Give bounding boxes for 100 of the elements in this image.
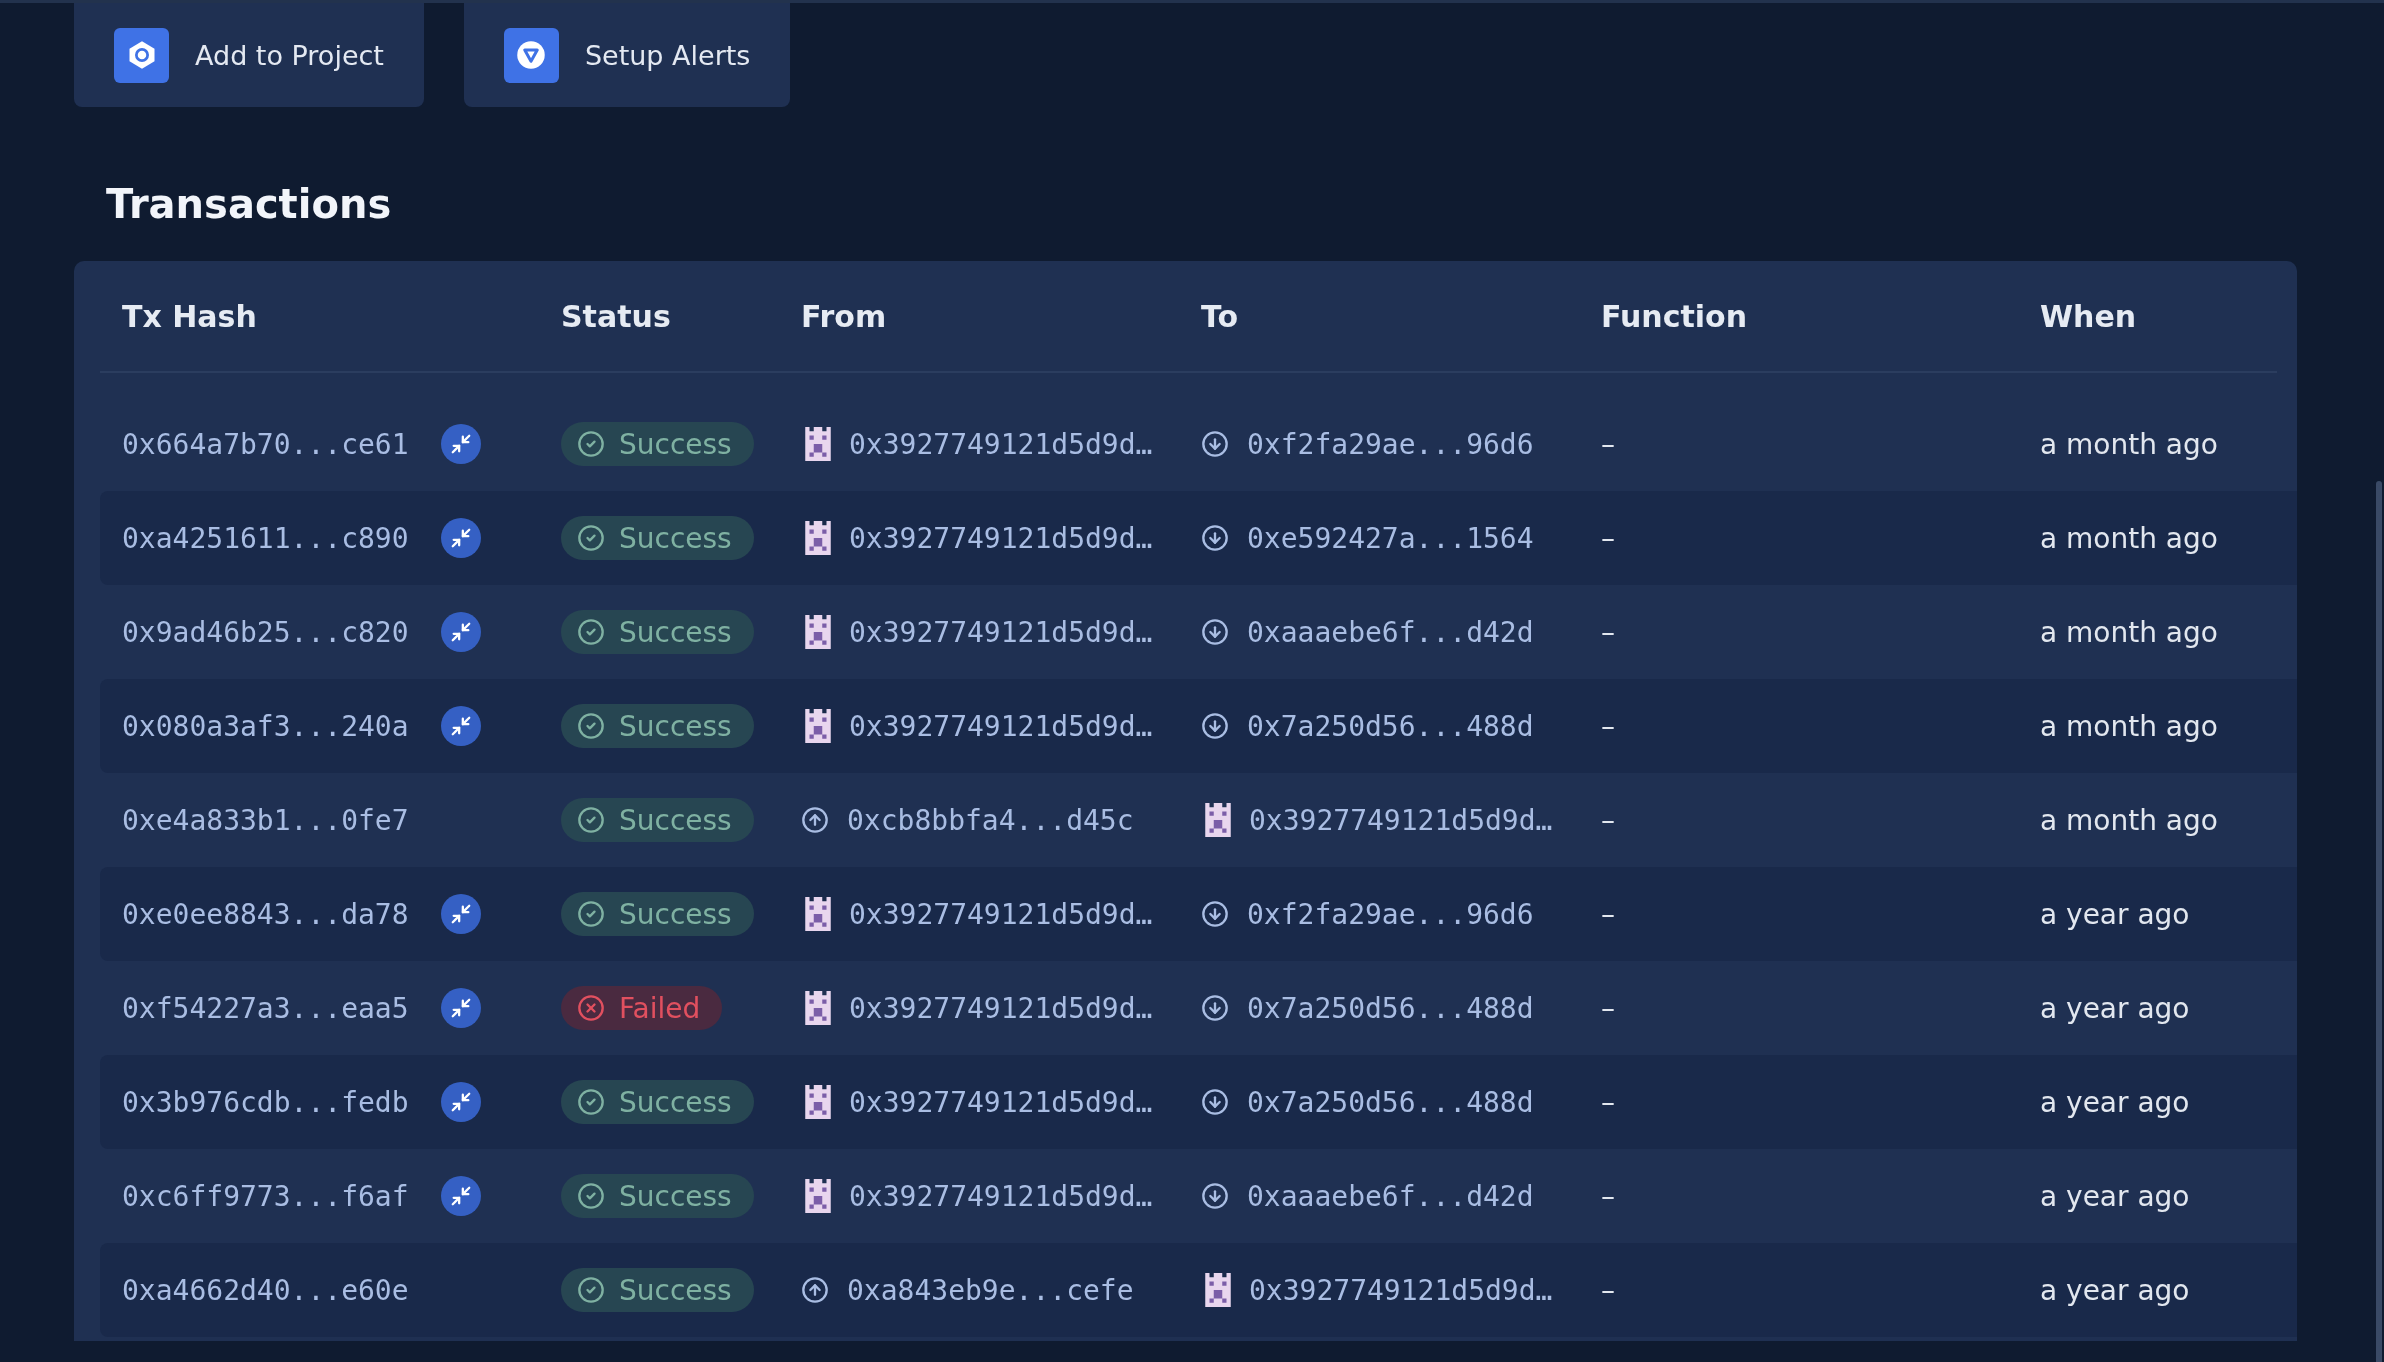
column-header: Function <box>1601 298 1748 334</box>
check-circle-icon <box>577 1088 605 1116</box>
arrow-down-circle-icon <box>1201 618 1229 646</box>
check-circle-icon <box>577 430 605 458</box>
triangle-badge-icon <box>503 27 559 83</box>
status-badge: Success <box>561 1080 754 1124</box>
address-link[interactable]: 0x7a250d56...488d <box>1247 991 1534 1025</box>
time-ago: a year ago <box>2040 897 2190 931</box>
transaction-row[interactable]: 0xc6ff9773...f6af Success 0x3927749121d5d9d… 0xaaaebe6f...d42d – a year ago <box>100 1149 2297 1243</box>
transaction-row[interactable]: 0xe4a833b1...0fe7 Success 0xcb8bbfa4...d45c 0x3927749121d5d9d… – a month ago <box>100 773 2297 867</box>
add-to-project-button[interactable]: Add to Project <box>74 3 424 107</box>
address-link[interactable]: 0x7a250d56...488d <box>1247 709 1534 743</box>
collapse-arrows-icon[interactable] <box>440 1082 481 1122</box>
address-link[interactable]: 0x3927749121d5d9d… <box>849 897 1153 931</box>
column-header: When <box>2040 298 2137 334</box>
function-value: – <box>1601 427 1615 461</box>
address-link[interactable]: 0x3927749121d5d9d… <box>849 1085 1153 1119</box>
arrow-down-circle-icon <box>1201 1088 1229 1116</box>
address-link[interactable]: 0x3927749121d5d9d… <box>849 709 1153 743</box>
transaction-row[interactable]: 0xa4251611...c890 Success 0x3927749121d5d9d… 0xe592427a...1564 – a month ago <box>100 491 2297 585</box>
transaction-row[interactable]: 0xf54227a3...eaa5 Failed 0x3927749121d5d9d… 0x7a250d56...488d – a year ago <box>100 961 2297 1055</box>
tx-hash-link[interactable]: 0x3b976cdb...fedb <box>122 1085 409 1119</box>
check-circle-icon <box>577 900 605 928</box>
column-header: From <box>801 298 887 334</box>
collapse-arrows-icon[interactable] <box>440 612 481 652</box>
time-ago: a year ago <box>2040 1273 2190 1307</box>
transaction-row[interactable]: 0x9ad46b25...c820 Success 0x3927749121d5d9d… 0xaaaebe6f...d42d – a month ago <box>100 585 2297 679</box>
time-ago: a month ago <box>2040 615 2218 649</box>
check-circle-icon <box>577 618 605 646</box>
address-link[interactable]: 0xaaaebe6f...d42d <box>1247 1179 1534 1213</box>
tx-hash-link[interactable]: 0xf54227a3...eaa5 <box>122 991 409 1025</box>
status-badge: Success <box>561 516 754 560</box>
tx-hash-link[interactable]: 0xa4662d40...e60e <box>122 1273 409 1307</box>
time-ago: a year ago <box>2040 1085 2190 1119</box>
collapse-arrows-icon[interactable] <box>440 988 481 1028</box>
function-value: – <box>1601 897 1615 931</box>
address-link[interactable]: 0x3927749121d5d9d… <box>849 427 1153 461</box>
check-circle-icon <box>577 806 605 834</box>
address-link[interactable]: 0x3927749121d5d9d… <box>849 615 1153 649</box>
arrow-up-circle-icon <box>801 1276 829 1304</box>
collapse-arrows-icon[interactable] <box>440 424 481 464</box>
status-badge: Success <box>561 798 754 842</box>
tx-hash-link[interactable]: 0x9ad46b25...c820 <box>122 615 409 649</box>
time-ago: a month ago <box>2040 521 2218 555</box>
arrow-down-circle-icon <box>1201 1182 1229 1210</box>
tx-hash-link[interactable]: 0x080a3af3...240a <box>122 709 409 743</box>
address-link[interactable]: 0xcb8bbfa4...d45c <box>847 803 1134 837</box>
address-link[interactable]: 0x3927749121d5d9d… <box>1249 1273 1553 1307</box>
address-link[interactable]: 0x3927749121d5d9d… <box>849 991 1153 1025</box>
check-circle-icon <box>577 712 605 740</box>
tx-hash-link[interactable]: 0xc6ff9773...f6af <box>122 1179 409 1213</box>
time-ago: a year ago <box>2040 991 2190 1025</box>
tx-hash-link[interactable]: 0xe4a833b1...0fe7 <box>122 803 409 837</box>
setup-alerts-button[interactable]: Setup Alerts <box>463 3 791 107</box>
address-link[interactable]: 0x7a250d56...488d <box>1247 1085 1534 1119</box>
address-link[interactable]: 0xa843eb9e...cefe <box>847 1273 1134 1307</box>
transaction-row[interactable]: 0xa4662d40...e60e Success 0xa843eb9e...cefe 0x3927749121d5d9d… – a year ago <box>100 1243 2297 1337</box>
address-link[interactable]: 0x3927749121d5d9d… <box>849 1179 1153 1213</box>
x-circle-icon <box>577 994 605 1022</box>
status-badge: Success <box>561 610 754 654</box>
transaction-row[interactable]: 0x3b976cdb...fedb Success 0x3927749121d5d9d… 0x7a250d56...488d – a year ago <box>100 1055 2297 1149</box>
address-link[interactable]: 0xe592427a...1564 <box>1247 521 1534 555</box>
check-circle-icon <box>577 524 605 552</box>
address-link[interactable]: 0x3927749121d5d9d… <box>1249 803 1553 837</box>
transaction-row[interactable]: 0x664a7b70...ce61 Success 0x3927749121d5d9d… 0xf2fa29ae...96d6 – a month ago <box>100 397 2297 491</box>
status-badge: Success <box>561 422 754 466</box>
arrow-up-circle-icon <box>801 806 829 834</box>
arrow-down-circle-icon <box>1201 712 1229 740</box>
address-link[interactable]: 0xf2fa29ae...96d6 <box>1247 427 1534 461</box>
transaction-row[interactable]: 0xe0ee8843...da78 Success 0x3927749121d5d9d… 0xf2fa29ae...96d6 – a year ago <box>100 867 2297 961</box>
function-value: – <box>1601 1273 1615 1307</box>
function-value: – <box>1601 991 1615 1025</box>
address-link[interactable]: 0x3927749121d5d9d… <box>849 521 1153 555</box>
status-badge: Success <box>561 1268 754 1312</box>
collapse-arrows-icon[interactable] <box>440 518 481 558</box>
address-link[interactable]: 0xaaaebe6f...d42d <box>1247 615 1534 649</box>
arrow-down-circle-icon <box>1201 430 1229 458</box>
column-header: Tx Hash <box>122 298 257 334</box>
function-value: – <box>1601 1179 1615 1213</box>
arrow-down-circle-icon <box>1201 994 1229 1022</box>
collapse-arrows-icon[interactable] <box>440 706 481 746</box>
tx-hash-link[interactable]: 0x664a7b70...ce61 <box>122 427 409 461</box>
status-badge: Success <box>561 1174 754 1218</box>
status-badge: Failed <box>561 986 723 1030</box>
function-value: – <box>1601 615 1615 649</box>
section-title: Transactions <box>106 180 392 229</box>
check-circle-icon <box>577 1276 605 1304</box>
column-header: To <box>1201 298 1239 334</box>
scrollbar[interactable] <box>2376 481 2382 1362</box>
time-ago: a month ago <box>2040 803 2218 837</box>
collapse-arrows-icon[interactable] <box>440 894 481 934</box>
time-ago: a month ago <box>2040 427 2218 461</box>
address-link[interactable]: 0xf2fa29ae...96d6 <box>1247 897 1534 931</box>
check-circle-icon <box>577 1182 605 1210</box>
arrow-down-circle-icon <box>1201 524 1229 552</box>
transaction-row[interactable]: 0x080a3af3...240a Success 0x3927749121d5d9d… 0x7a250d56...488d – a month ago <box>100 679 2297 773</box>
collapse-arrows-icon[interactable] <box>440 1176 481 1216</box>
tx-hash-link[interactable]: 0xa4251611...c890 <box>122 521 409 555</box>
time-ago: a year ago <box>2040 1179 2190 1213</box>
tx-hash-link[interactable]: 0xe0ee8843...da78 <box>122 897 409 931</box>
